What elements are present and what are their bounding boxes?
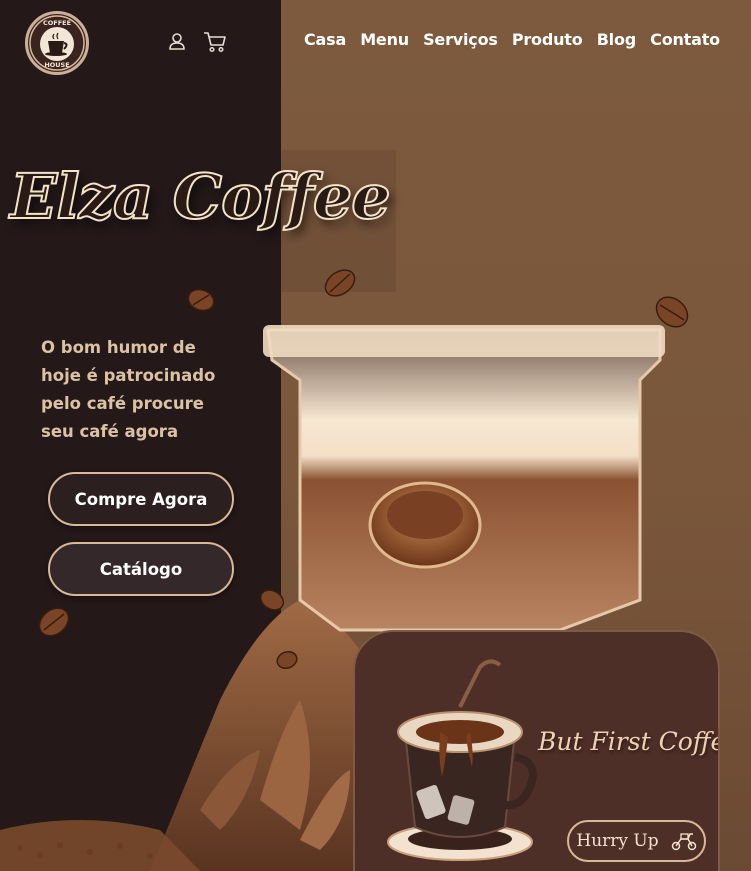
site-header: COFFEE HOUSE Casa Menu Serviços Produto … xyxy=(0,0,751,86)
nav-casa[interactable]: Casa xyxy=(304,30,346,49)
logo-text-bottom: HOUSE xyxy=(44,61,69,69)
main-nav: Casa Menu Serviços Produto Blog Contato xyxy=(304,30,720,49)
nav-menu[interactable]: Menu xyxy=(360,30,409,49)
hurry-up-button[interactable]: Hurry Up xyxy=(567,820,706,862)
catalog-button[interactable]: Catálogo xyxy=(48,542,234,596)
scooter-icon xyxy=(671,833,696,851)
hurry-up-label: Hurry Up xyxy=(576,831,659,851)
nav-servicos[interactable]: Serviços xyxy=(423,30,498,49)
coffee-cup-image xyxy=(387,659,537,861)
nav-contato[interactable]: Contato xyxy=(650,30,720,49)
logo-icon: COFFEE HOUSE xyxy=(29,15,85,71)
coffee-house-logo[interactable]: COFFEE HOUSE xyxy=(25,11,89,75)
hero-title: Elza Coffee xyxy=(9,159,392,234)
nav-produto[interactable]: Produto xyxy=(512,30,583,49)
promo-card: But First Coffee Hurry Up xyxy=(353,630,720,871)
hero-tagline: O bom humor de hoje é patrocinado pelo c… xyxy=(41,338,216,441)
user-icon[interactable] xyxy=(167,32,187,52)
nav-blog[interactable]: Blog xyxy=(597,30,637,49)
buy-now-button[interactable]: Compre Agora xyxy=(48,472,234,526)
cart-icon[interactable] xyxy=(203,31,227,53)
logo-text-top: COFFEE xyxy=(43,19,71,27)
promo-text: But First Coffee xyxy=(538,727,720,756)
